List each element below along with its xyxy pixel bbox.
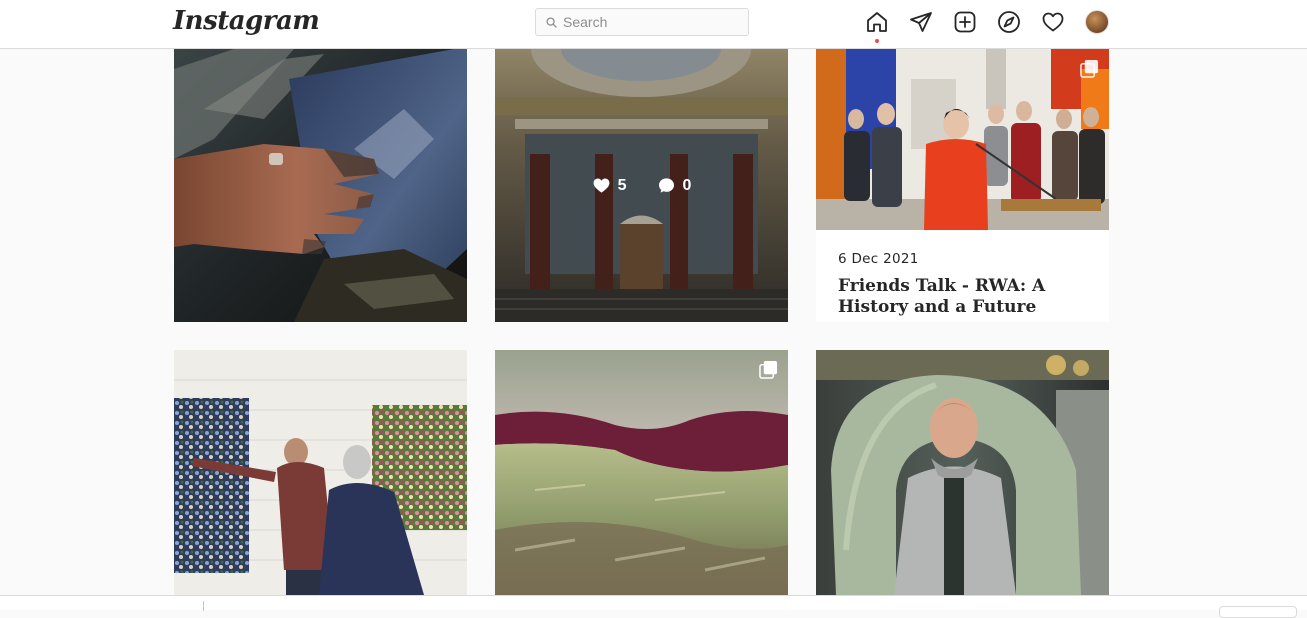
post-4-image: [174, 350, 467, 595]
event-card-body: 6 Dec 2021 Friends Talk - RWA: A History…: [816, 230, 1109, 322]
post-1-image: [174, 49, 467, 322]
post-tile-4[interactable]: [174, 350, 467, 595]
heart-icon: [1042, 12, 1064, 32]
bottom-bar: [0, 595, 1307, 618]
activity-button[interactable]: [1040, 9, 1066, 35]
post-2-hover-overlay: 5 0: [495, 49, 788, 322]
footer-button[interactable]: [1219, 606, 1297, 618]
instagram-logo[interactable]: Instagram: [173, 6, 320, 36]
post-tile-1[interactable]: [174, 49, 467, 322]
avatar: [1085, 10, 1109, 34]
home-button[interactable]: [864, 9, 890, 43]
post-tile-6[interactable]: [816, 350, 1109, 595]
comments-value: 0: [682, 176, 692, 194]
carousel-icon: [1080, 59, 1099, 78]
profile-button[interactable]: [1084, 9, 1110, 35]
post-tile-3[interactable]: 6 Dec 2021 Friends Talk - RWA: A History…: [816, 49, 1109, 322]
post-tile-5[interactable]: [495, 350, 788, 595]
direct-messages-icon: [910, 12, 932, 32]
search-box[interactable]: [535, 8, 749, 36]
new-post-icon: [954, 11, 976, 33]
post-6-image: [816, 350, 1109, 595]
search-input[interactable]: [563, 14, 733, 30]
main-nav: [864, 9, 1128, 43]
carousel-icon: [759, 360, 778, 379]
direct-messages-button[interactable]: [908, 9, 934, 35]
heart-filled-icon: [593, 178, 610, 193]
post-5-image: [495, 350, 788, 595]
event-date: 6 Dec 2021: [838, 251, 919, 267]
notification-dot: [875, 39, 879, 43]
event-title: Friends Talk - RWA: A History and a Futu…: [838, 276, 1046, 317]
new-post-button[interactable]: [952, 9, 978, 35]
explore-icon: [998, 11, 1020, 33]
home-icon: [867, 12, 887, 32]
comment-filled-icon: [658, 178, 674, 193]
likes-count: 5: [592, 176, 627, 195]
post-tile-2[interactable]: 5 0: [495, 49, 788, 322]
comments-count: 0: [657, 176, 692, 195]
likes-value: 5: [617, 176, 627, 194]
top-navigation-bar: Instagram: [0, 0, 1307, 49]
search-icon: [546, 16, 557, 28]
explore-button[interactable]: [996, 9, 1022, 35]
post-3-image: [816, 49, 1109, 230]
